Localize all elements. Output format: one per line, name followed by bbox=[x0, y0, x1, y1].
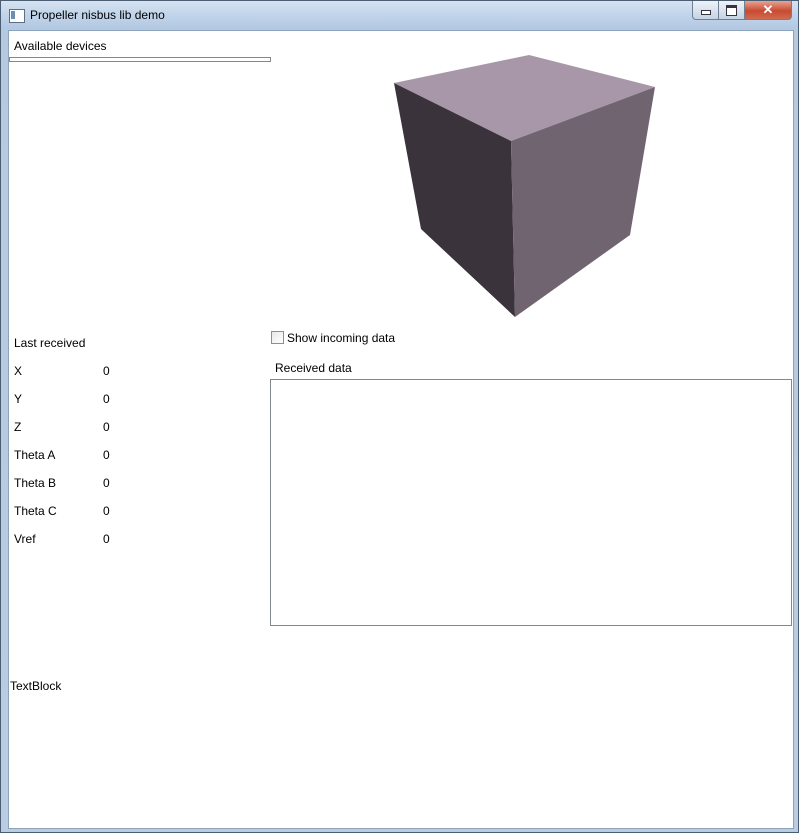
client-area: Available devices Last received X 0 Y 0 Z 0 Th… bbox=[8, 30, 794, 829]
maximize-icon bbox=[726, 4, 737, 16]
window-title: Propeller nisbus lib demo bbox=[30, 8, 165, 22]
received-data-textbox[interactable] bbox=[270, 379, 792, 626]
last-received-row-label: Theta C bbox=[14, 504, 57, 518]
close-icon: ✕ bbox=[762, 2, 774, 17]
last-received-row-value: 0 bbox=[103, 504, 110, 518]
minimize-button[interactable] bbox=[692, 1, 719, 20]
last-received-row-value: 0 bbox=[103, 420, 110, 434]
close-button[interactable]: ✕ bbox=[745, 1, 792, 20]
title-bar[interactable]: Propeller nisbus lib demo ✕ bbox=[1, 1, 798, 29]
last-received-row-value: 0 bbox=[103, 392, 110, 406]
cube-3d-view[interactable] bbox=[389, 51, 659, 323]
last-received-row-value: 0 bbox=[103, 448, 110, 462]
app-window-icon bbox=[9, 9, 25, 23]
last-received-row-label: Theta A bbox=[14, 448, 56, 462]
last-received-row-label: X bbox=[14, 364, 23, 378]
available-devices-list[interactable] bbox=[9, 57, 271, 62]
last-received-row-label: Z bbox=[14, 420, 22, 434]
last-received-row-value: 0 bbox=[103, 364, 110, 378]
received-data-label: Received data bbox=[275, 361, 352, 375]
last-received-row-label: Theta B bbox=[14, 476, 57, 490]
minimize-icon bbox=[700, 10, 711, 15]
maximize-button[interactable] bbox=[719, 1, 745, 20]
show-incoming-data-checkbox[interactable] bbox=[271, 331, 284, 344]
available-devices-label: Available devices bbox=[14, 39, 107, 53]
last-received-row-value: 0 bbox=[103, 476, 110, 490]
app-window: Propeller nisbus lib demo ✕ Available de… bbox=[0, 0, 799, 833]
window-controls: ✕ bbox=[692, 1, 792, 21]
last-received-heading: Last received bbox=[14, 336, 86, 350]
cube-graphic bbox=[394, 55, 655, 317]
last-received-row-value: 0 bbox=[103, 532, 110, 546]
last-received-row-label: Y bbox=[14, 392, 23, 406]
last-received-row-label: Vref bbox=[14, 532, 36, 546]
footer-textblock: TextBlock bbox=[10, 679, 62, 693]
show-incoming-data-label[interactable]: Show incoming data bbox=[287, 331, 395, 345]
